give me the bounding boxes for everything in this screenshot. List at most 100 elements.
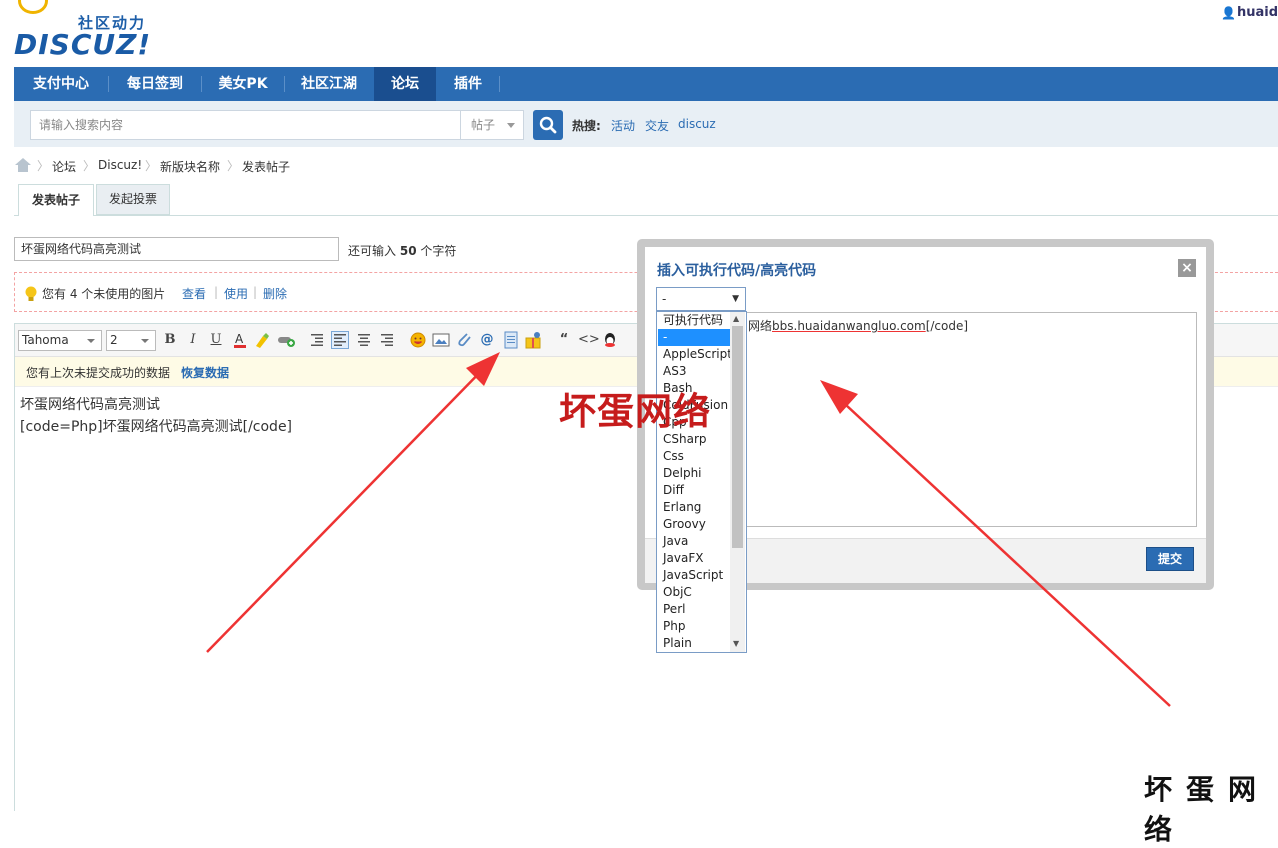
search-type-select[interactable]: 帖子: [460, 110, 524, 140]
font-size-select[interactable]: 2: [106, 330, 156, 351]
code-icon[interactable]: [502, 331, 520, 349]
nav-item-checkin[interactable]: 每日签到: [109, 67, 201, 101]
hint-suffix: 个字符: [420, 244, 457, 258]
dropdown-scroll-thumb[interactable]: [732, 326, 743, 548]
code-brackets-icon[interactable]: <>: [578, 331, 600, 349]
font-color-icon[interactable]: A: [231, 331, 249, 349]
breadcrumb-separator: 〉: [145, 159, 158, 173]
language-option[interactable]: Diff: [658, 482, 730, 499]
breadcrumb-item[interactable]: 新版块名称: [160, 158, 220, 175]
language-option[interactable]: Css: [658, 448, 730, 465]
breadcrumb-separator: 〉: [227, 159, 240, 173]
search-button[interactable]: [533, 110, 563, 140]
restore-data-text: 您有上次未提交成功的数据: [26, 366, 171, 380]
breadcrumb-item[interactable]: Discuz!: [98, 158, 142, 172]
chevron-down-icon: [141, 339, 149, 343]
logo[interactable]: DISCUZ!: [14, 28, 151, 61]
language-option[interactable]: Php: [658, 618, 730, 635]
quote-icon[interactable]: “: [555, 331, 573, 349]
search-icon: [539, 116, 557, 134]
indent-icon[interactable]: [308, 331, 326, 349]
align-center-icon[interactable]: [355, 331, 373, 349]
submit-button[interactable]: 提交: [1146, 547, 1194, 571]
nav-item-pk[interactable]: 美女PK: [202, 67, 284, 101]
attachment-icon[interactable]: [455, 331, 473, 349]
code-text: 网络bbs.huaidanwangluo.com[/code]: [748, 317, 968, 334]
nav-item-pay[interactable]: 支付中心: [14, 67, 108, 101]
hot-link[interactable]: discuz: [678, 117, 716, 131]
user-icon: 👤: [1221, 6, 1236, 20]
delete-images-link[interactable]: 删除: [263, 285, 287, 302]
editor-content-line[interactable]: 坏蛋网络代码高亮测试: [20, 394, 160, 414]
breadcrumb-item[interactable]: 论坛: [52, 158, 76, 175]
breadcrumb-item: 发表帖子: [242, 160, 291, 174]
breadcrumb-separator: 〉: [83, 159, 96, 173]
hot-link[interactable]: 交友: [645, 117, 669, 134]
user-link[interactable]: huaid: [1237, 5, 1278, 20]
hot-search-label: 热搜:: [572, 119, 601, 133]
image-icon[interactable]: [432, 331, 450, 349]
language-option[interactable]: 可执行代码: [658, 312, 730, 329]
underline-icon[interactable]: U: [207, 331, 225, 349]
close-icon[interactable]: ×: [1178, 259, 1196, 277]
lightbulb-icon: [25, 286, 37, 301]
mention-icon[interactable]: @: [478, 331, 496, 349]
language-select-value: -: [662, 292, 667, 306]
view-images-link[interactable]: 查看: [182, 285, 206, 302]
language-option[interactable]: Perl: [658, 601, 730, 618]
code-textarea[interactable]: [745, 312, 1197, 527]
hint-count: 50: [399, 244, 417, 258]
bold-icon[interactable]: B: [161, 331, 179, 349]
hint-prefix: 还可输入: [348, 244, 397, 258]
align-right-icon[interactable]: [378, 331, 396, 349]
chevron-down-icon: ▼: [732, 294, 739, 304]
home-icon[interactable]: [15, 158, 31, 172]
dialog-title: 插入可执行代码/高亮代码: [657, 263, 817, 279]
chevron-down-icon: [87, 339, 95, 343]
tab-new-poll[interactable]: 发起投票: [96, 184, 170, 215]
search-input[interactable]: 请输入搜索内容: [30, 110, 460, 140]
nav-item-forum[interactable]: 论坛: [374, 67, 436, 101]
main-nav: 支付中心 每日签到 美女PK 社区江湖 论坛 插件: [14, 67, 1278, 101]
chevron-down-icon: [507, 123, 515, 128]
language-option[interactable]: Plain: [658, 635, 730, 652]
restore-data-link[interactable]: 恢复数据: [181, 364, 229, 381]
code-suffix: [/code]: [925, 319, 969, 333]
watermark-corner-text: 坏蛋网络: [1144, 773, 1271, 846]
breadcrumb-separator: 〉: [37, 159, 50, 173]
language-option[interactable]: AS3: [658, 363, 730, 380]
align-left-icon[interactable]: [331, 331, 349, 349]
smiley-icon[interactable]: [409, 331, 427, 349]
language-option[interactable]: JavaScript: [658, 567, 730, 584]
tabs-divider: [14, 215, 1278, 216]
watermark-text: 坏蛋网络: [559, 389, 711, 433]
language-option[interactable]: JavaFX: [658, 550, 730, 567]
italic-icon[interactable]: I: [184, 331, 202, 349]
subject-input[interactable]: 坏蛋网络代码高亮测试: [14, 237, 339, 261]
char-count-hint: 还可输入 50 个字符: [348, 242, 456, 259]
hot-link[interactable]: 活动: [611, 117, 635, 134]
editor-content-line[interactable]: [code=Php]坏蛋网络代码高亮测试[/code]: [20, 416, 292, 436]
language-option[interactable]: Delphi: [658, 465, 730, 482]
language-option[interactable]: Erlang: [658, 499, 730, 516]
highlight-icon[interactable]: [253, 331, 271, 349]
scroll-down-icon[interactable]: ▼: [733, 639, 739, 648]
scroll-up-icon[interactable]: ▲: [733, 314, 739, 323]
font-family-select[interactable]: Tahoma: [18, 330, 102, 351]
language-option[interactable]: -: [658, 329, 730, 346]
link-plus-icon[interactable]: [277, 331, 295, 349]
language-select[interactable]: - ▼: [656, 287, 746, 311]
use-images-link[interactable]: 使用: [224, 285, 248, 302]
language-option[interactable]: ObjC: [658, 584, 730, 601]
nav-item-jianghu[interactable]: 社区江湖: [285, 67, 373, 101]
language-option[interactable]: Groovy: [658, 516, 730, 533]
font-size-value: 2: [110, 333, 118, 347]
nav-item-plugins[interactable]: 插件: [437, 67, 499, 101]
gift-icon[interactable]: [524, 331, 542, 349]
language-option[interactable]: AppleScript: [658, 346, 730, 363]
svg-text:A: A: [235, 332, 244, 346]
font-family-value: Tahoma: [22, 333, 69, 347]
language-option[interactable]: Java: [658, 533, 730, 550]
tab-new-post[interactable]: 发表帖子: [18, 184, 94, 216]
qq-icon[interactable]: [601, 331, 619, 349]
